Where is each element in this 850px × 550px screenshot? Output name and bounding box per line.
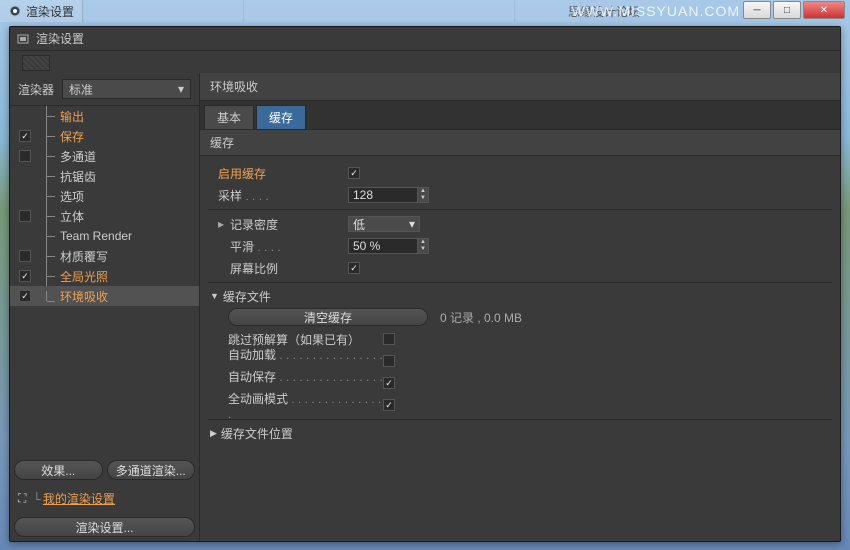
chevron-down-icon: ▾ <box>409 217 415 231</box>
sidebar-item[interactable]: 输出 <box>10 106 199 126</box>
maximize-button[interactable]: □ <box>773 1 801 19</box>
sidebar-item-label: 立体 <box>58 208 84 225</box>
expand-icon[interactable]: ▸ <box>218 217 230 231</box>
dialog-title: 渲染设置 <box>36 30 84 47</box>
sidebar-checkbox[interactable]: ✓ <box>19 270 31 282</box>
main-title: 环境吸收 <box>200 73 840 101</box>
render-settings-button[interactable]: 渲染设置... <box>14 517 195 537</box>
screen-ratio-checkbox[interactable]: ✓ <box>348 262 360 274</box>
cache-location-group[interactable]: ▶缓存文件位置 <box>200 423 840 443</box>
samples-label: 采样 . . . . <box>218 187 348 204</box>
samples-input[interactable]: 128 <box>348 187 418 203</box>
sidebar-item[interactable]: 立体 <box>10 206 199 226</box>
dialog-icon <box>16 32 30 46</box>
smooth-input[interactable]: 50 % <box>348 238 418 254</box>
sidebar-checkbox[interactable]: ✓ <box>19 290 31 302</box>
sidebar-item[interactable]: ✓ 全局光照 <box>10 266 199 286</box>
preset-icon: ⛶ <box>18 491 26 506</box>
watermark: WWW.MISSYUAN.COM <box>572 3 740 19</box>
sidebar-item-label: 保存 <box>58 128 84 145</box>
sidebar-item-label: Team Render <box>58 229 132 243</box>
browser-tab-active[interactable]: 渲染设置 <box>0 0 83 22</box>
sidebar-item[interactable]: 选项 <box>10 186 199 206</box>
sidebar-item-label: 材质覆写 <box>58 248 108 265</box>
record-density-dropdown[interactable]: 低▾ <box>348 216 420 232</box>
sidebar-checkbox[interactable]: ✓ <box>19 130 31 142</box>
full-anim-label: 全动画模式 . . . . . . . . . . . . . . . <box>228 390 383 421</box>
grip-icon[interactable] <box>22 55 50 71</box>
effects-button[interactable]: 效果... <box>14 460 103 480</box>
cache-status: 0 记录 , 0.0 MB <box>440 309 522 326</box>
sidebar-item[interactable]: Team Render <box>10 226 199 246</box>
sidebar-item-label: 选项 <box>58 188 84 205</box>
skip-prepass-checkbox[interactable] <box>383 333 395 345</box>
samples-spinner[interactable]: ▲▼ <box>417 187 429 203</box>
app-icon <box>8 4 22 18</box>
sidebar-item-label: 抗锯齿 <box>58 168 96 185</box>
sidebar-item-label: 输出 <box>58 108 84 125</box>
browser-tab-blur[interactable] <box>245 0 515 22</box>
sidebar-item[interactable]: ✓ 保存 <box>10 126 199 146</box>
my-preset-row[interactable]: ⛶ └ 我的渲染设置 <box>10 484 199 513</box>
auto-save-checkbox[interactable]: ✓ <box>383 377 395 389</box>
sidebar-checkbox[interactable] <box>19 150 31 162</box>
sidebar-item[interactable]: 抗锯齿 <box>10 166 199 186</box>
clear-cache-button[interactable]: 清空缓存 <box>228 308 428 326</box>
full-anim-checkbox[interactable]: ✓ <box>383 399 395 411</box>
sidebar-checkbox[interactable] <box>19 250 31 262</box>
sidebar-item[interactable]: 材质覆写 <box>10 246 199 266</box>
my-preset-link[interactable]: 我的渲染设置 <box>43 490 115 507</box>
sidebar-item[interactable]: 多通道 <box>10 146 199 166</box>
enable-cache-label: 启用缓存 <box>218 165 348 182</box>
chevron-down-icon: ▾ <box>178 82 184 96</box>
cache-file-group[interactable]: ▼缓存文件 <box>200 286 840 306</box>
tab-basic[interactable]: 基本 <box>204 105 254 129</box>
auto-load-checkbox[interactable] <box>383 355 395 367</box>
sidebar-item-label: 环境吸收 <box>58 288 108 305</box>
main-panel: 环境吸收 基本 缓存 缓存 启用缓存 ✓ 采样 . . . . 128 ▲▼ ▸ <box>200 73 840 541</box>
browser-tab-blur[interactable] <box>84 0 244 22</box>
sidebar-item-label: 多通道 <box>58 148 96 165</box>
renderer-label: 渲染器 <box>18 81 54 98</box>
multipass-button[interactable]: 多通道渲染... <box>107 460 196 480</box>
sidebar-item[interactable]: ✓ 环境吸收 <box>10 286 199 306</box>
section-title: 缓存 <box>200 130 840 156</box>
tab-label: 渲染设置 <box>26 3 74 20</box>
screen-ratio-label: 屏幕比例 <box>230 260 348 277</box>
sidebar-item-label: 全局光照 <box>58 268 108 285</box>
renderer-value: 标准 <box>69 81 93 98</box>
dialog-title-bar[interactable]: 渲染设置 <box>10 27 840 51</box>
smooth-spinner[interactable]: ▲▼ <box>417 238 429 254</box>
smooth-label: 平滑 . . . . <box>230 238 348 255</box>
tab-cache[interactable]: 缓存 <box>256 105 306 129</box>
close-button[interactable]: ✕ <box>803 1 845 19</box>
enable-cache-checkbox[interactable]: ✓ <box>348 167 360 179</box>
sidebar: 渲染器 标准 ▾ 输出✓保存多通道抗锯齿选项立体Team Render材质覆写✓… <box>10 73 200 541</box>
sidebar-checkbox[interactable] <box>19 210 31 222</box>
renderer-dropdown[interactable]: 标准 ▾ <box>62 79 191 99</box>
record-density-label: 记录密度 <box>230 216 348 233</box>
render-settings-dialog: 渲染设置 渲染器 标准 ▾ 输出 ✓ 保存多通道抗锯齿选项立体 Team Render… <box>9 26 841 542</box>
minimize-button[interactable]: ─ <box>743 1 771 19</box>
